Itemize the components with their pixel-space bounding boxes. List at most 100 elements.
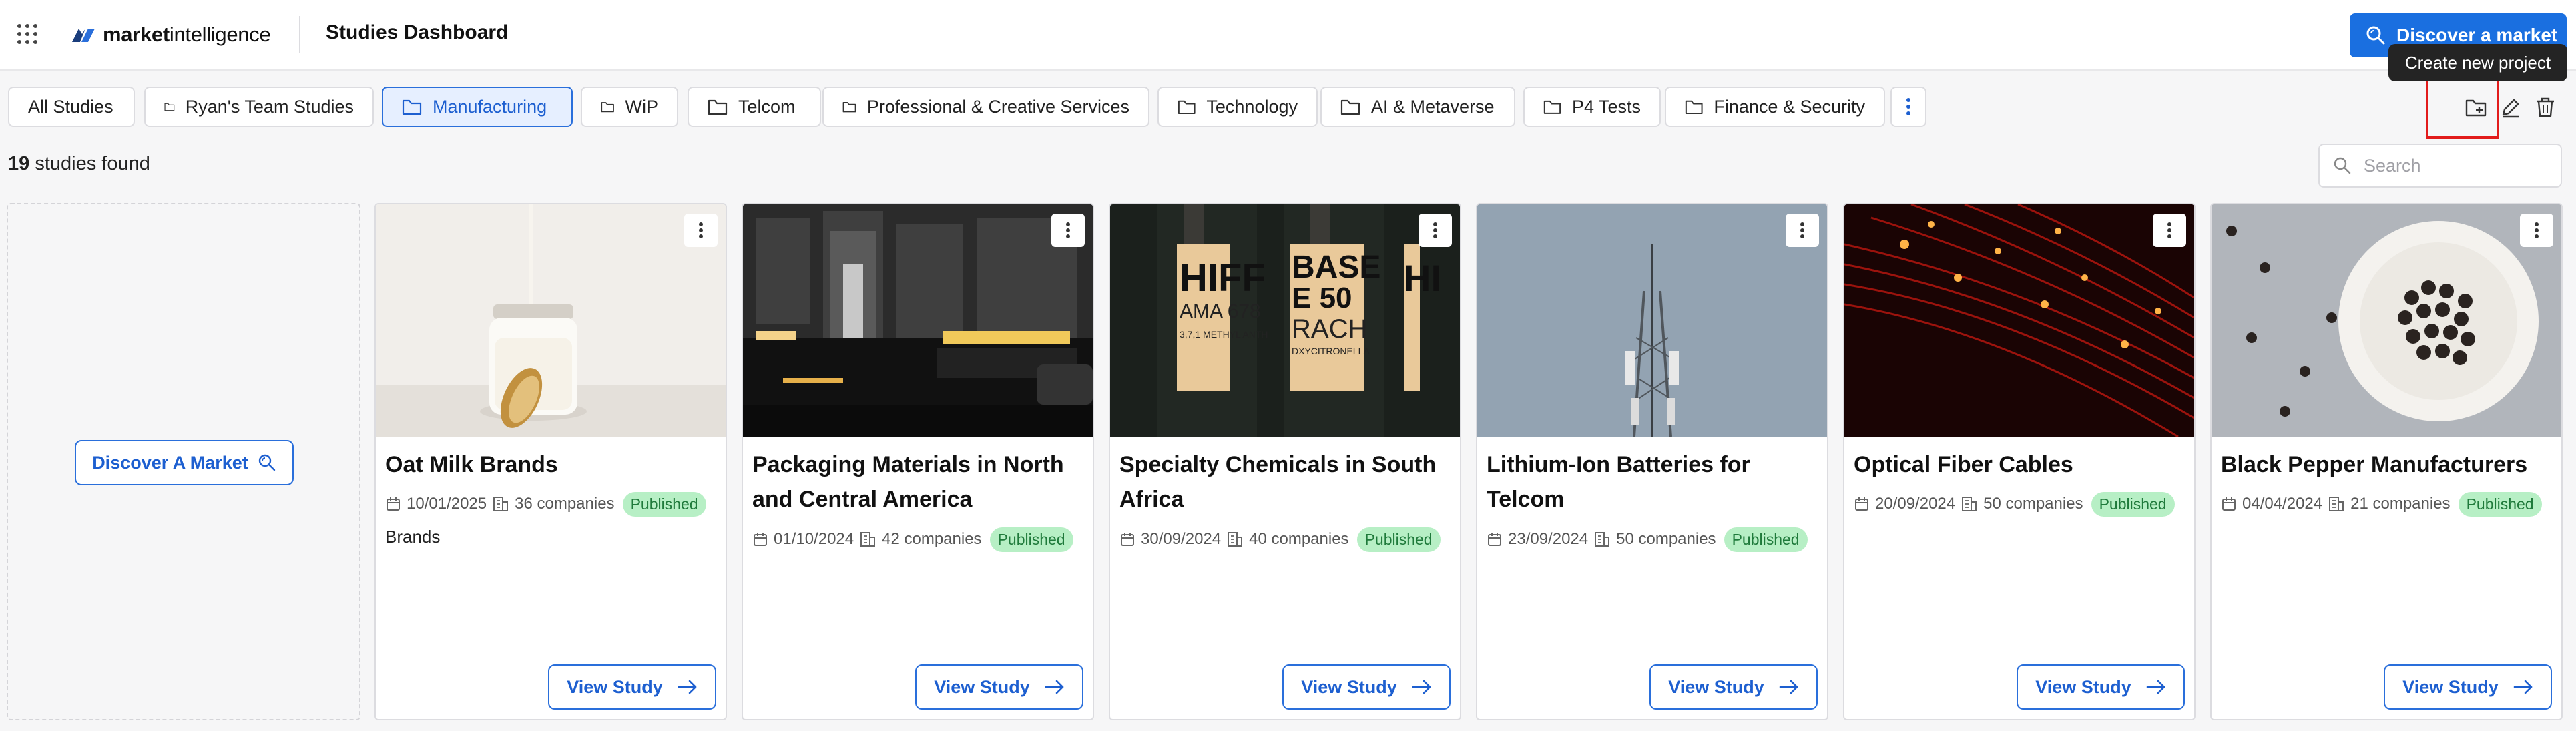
tab-professional-creative-services[interactable]: Professional & Creative Services [822, 87, 1149, 127]
view-study-button[interactable]: View Study [1649, 664, 1818, 710]
card-menu-button[interactable] [1051, 214, 1085, 247]
study-card[interactable]: Packaging Materials in North and Central… [742, 203, 1094, 720]
card-date: 01/10/2024 [774, 530, 854, 548]
arrow-right-icon [1045, 680, 1064, 694]
tab-ai-metaverse[interactable]: AI & Metaverse [1320, 87, 1515, 127]
brand-logo[interactable]: marketintelligence [71, 21, 271, 48]
study-card[interactable]: Black Pepper Manufacturers 04/04/2024 21… [2210, 203, 2563, 720]
view-study-button[interactable]: View Study [2017, 664, 2185, 710]
top-header: marketintelligence Studies Dashboard Dis… [0, 0, 2576, 71]
card-meta: 23/09/2024 50 companies Published [1487, 526, 1808, 553]
search-input[interactable] [2364, 155, 2551, 176]
status-badge: Published [1724, 527, 1808, 552]
card-description: Brands [385, 527, 441, 547]
discover-a-market-button[interactable]: Discover A Market [75, 440, 294, 485]
arrow-right-icon [2513, 680, 2533, 694]
view-study-label: View Study [2035, 676, 2131, 697]
tab-label: Technology [1206, 96, 1298, 117]
folder-icon [601, 102, 614, 113]
bottle-label-text: E 50 [1292, 282, 1352, 314]
fiber-optics-image [1844, 204, 2194, 437]
card-menu-button[interactable] [1419, 214, 1452, 247]
tab-wip[interactable]: WiP [581, 87, 678, 127]
arrow-right-icon [1779, 680, 1798, 694]
card-title[interactable]: Packaging Materials in North and Central… [752, 447, 1086, 517]
bottle-label-text: HI [1404, 257, 1441, 299]
card-title[interactable]: Lithium-Ion Batteries for Telcom [1487, 447, 1820, 517]
status-badge: Published [622, 491, 706, 517]
more-tabs-button[interactable] [1890, 87, 1926, 127]
tab-finance-security[interactable]: Finance & Security [1665, 87, 1885, 127]
pepper-bowl-image [2212, 204, 2561, 437]
card-title[interactable]: Specialty Chemicals in South Africa [1119, 447, 1453, 517]
tab-ryans-team-studies[interactable]: Ryan's Team Studies [144, 87, 374, 127]
telecom-tower-image [1477, 204, 1827, 437]
night-storefront-image [743, 204, 1093, 437]
view-study-label: View Study [1301, 676, 1397, 697]
building-icon [493, 497, 509, 511]
edit-icon[interactable] [2499, 96, 2522, 119]
folder-icon [164, 103, 175, 111]
kebab-vertical-icon [2535, 222, 2539, 238]
view-study-button[interactable]: View Study [1282, 664, 1451, 710]
status-badge: Published [2458, 491, 2542, 517]
tab-p4-tests[interactable]: P4 Tests [1523, 87, 1661, 127]
app-grid-icon[interactable] [16, 23, 39, 45]
building-icon [860, 532, 876, 547]
card-date: 23/09/2024 [1508, 530, 1589, 548]
search-market-icon [258, 454, 275, 471]
view-study-label: View Study [2402, 676, 2499, 697]
card-menu-button[interactable] [2153, 214, 2186, 247]
card-meta: 30/09/2024 40 companies Published [1119, 526, 1441, 553]
building-icon [2329, 497, 2344, 511]
card-companies: 50 companies [1616, 530, 1716, 548]
tab-label: Ryan's Team Studies [185, 96, 354, 117]
status-badge: Published [989, 527, 1073, 552]
chemical-bottles-image: HIFF AMA 678 3,7,1 METHYL ANTH BASE E 50… [1110, 204, 1460, 437]
page-title: Studies Dashboard [326, 21, 509, 43]
building-icon [1228, 532, 1243, 547]
calendar-icon [1121, 533, 1134, 546]
building-icon [1962, 497, 1977, 511]
search-market-icon [2366, 26, 2385, 45]
building-icon [1595, 532, 1610, 547]
calendar-icon [2222, 497, 2236, 511]
tab-label: Finance & Security [1714, 96, 1865, 117]
create-project-tooltip: Create new project [2388, 44, 2567, 81]
tab-manufacturing[interactable]: Manufacturing [382, 87, 573, 127]
folder-icon [402, 99, 422, 115]
card-menu-button[interactable] [684, 214, 718, 247]
folder-icon [708, 99, 728, 115]
view-study-button[interactable]: View Study [548, 664, 716, 710]
tab-telcom[interactable]: Telcom [688, 87, 821, 127]
kebab-vertical-icon [1066, 222, 1070, 238]
study-card[interactable]: Lithium-Ion Batteries for Telcom 23/09/2… [1476, 203, 1828, 720]
header-divider [299, 16, 300, 53]
view-study-label: View Study [1668, 676, 1764, 697]
delete-icon[interactable] [2534, 96, 2557, 119]
view-study-button[interactable]: View Study [2384, 664, 2552, 710]
tab-label: P4 Tests [1571, 96, 1641, 117]
highlight-annotation [2426, 73, 2499, 139]
tab-all-studies[interactable]: All Studies [8, 87, 135, 127]
tab-label: AI & Metaverse [1371, 96, 1495, 117]
tab-label: All Studies [28, 96, 113, 117]
study-card[interactable]: HIFF AMA 678 3,7,1 METHYL ANTH BASE E 50… [1109, 203, 1461, 720]
card-title[interactable]: Optical Fiber Cables [1854, 447, 2187, 482]
results-count: 19 studies found [8, 153, 150, 174]
card-menu-button[interactable] [2520, 214, 2553, 247]
kebab-vertical-icon [2167, 222, 2171, 238]
card-menu-button[interactable] [1786, 214, 1819, 247]
card-title[interactable]: Oat Milk Brands [385, 447, 719, 482]
arrow-right-icon [2146, 680, 2165, 694]
search-box[interactable] [2318, 144, 2562, 188]
tab-technology[interactable]: Technology [1157, 87, 1318, 127]
tab-label: Manufacturing [433, 96, 547, 117]
card-companies: 42 companies [882, 530, 982, 548]
milk-jar-image [376, 204, 726, 437]
study-card[interactable]: Oat Milk Brands 10/01/2025 36 companies … [374, 203, 727, 720]
card-companies: 21 companies [2350, 495, 2451, 513]
card-title[interactable]: Black Pepper Manufacturers [2221, 447, 2555, 482]
study-card[interactable]: Optical Fiber Cables 20/09/2024 50 compa… [1843, 203, 2196, 720]
view-study-button[interactable]: View Study [915, 664, 1083, 710]
